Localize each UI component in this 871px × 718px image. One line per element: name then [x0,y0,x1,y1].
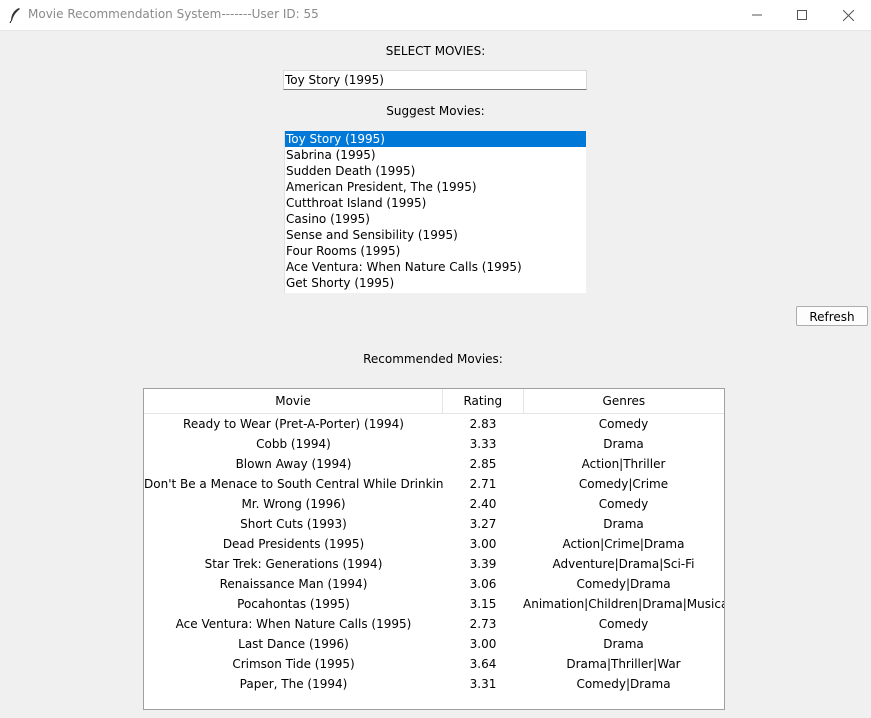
recommended-movies-table[interactable]: Movie Rating Genres Ready to Wear (Pret-… [143,388,725,710]
rating-cell: 2.83 [469,417,497,431]
movie-cell: Short Cuts (1993) [240,517,347,531]
movie-search-input[interactable] [283,70,587,90]
table-row[interactable]: Dead Presidents (1995) 3.00 Action|Crime|D… [144,534,724,554]
list-item[interactable]: Casino (1995) [285,211,586,227]
rating-cell: 3.15 [469,597,497,611]
rating-cell: 3.39 [469,557,497,571]
movie-cell: Ready to Wear (Pret-A-Porter) (1994) [183,417,404,431]
table-row[interactable]: Short Cuts (1993) 3.27 Drama [144,514,724,534]
genres-cell: Action|Crime|Drama [562,537,685,551]
rating-cell: 3.33 [469,437,497,451]
genres-cell: Comedy [598,417,649,431]
window-title: Movie Recommendation System-------User I… [28,7,319,21]
table-header: Movie Rating Genres [144,389,724,414]
maximize-icon [797,10,807,20]
refresh-button[interactable]: Refresh [796,306,868,326]
table-body: Ready to Wear (Pret-A-Porter) (1994) 2.83… [144,414,724,694]
movie-cell: Don't Be a Menace to South Central While… [144,477,443,491]
table-row[interactable]: Pocahontas (1995) 3.15 Animation|Children|… [144,594,724,614]
rating-cell: 2.85 [469,457,497,471]
column-header-genres[interactable]: Genres [524,389,724,413]
table-row[interactable]: Don't Be a Menace to South Central While… [144,474,724,494]
movie-cell: Star Trek: Generations (1994) [204,557,383,571]
table-row[interactable]: Crimson Tide (1995) 3.64 Drama|Thriller|Wa… [144,654,724,674]
table-row[interactable]: Mr. Wrong (1996) 2.40 Comedy [144,494,724,514]
table-row[interactable]: Cobb (1994) 3.33 Drama [144,434,724,454]
minimize-button[interactable] [734,0,780,30]
table-row[interactable]: Ace Ventura: When Nature Calls (1995) 2.7… [144,614,724,634]
column-header-movie[interactable]: Movie [144,389,443,413]
table-row[interactable]: Blown Away (1994) 2.85 Action|Thriller [144,454,724,474]
close-button[interactable] [825,0,871,30]
list-item[interactable]: Sabrina (1995) [285,147,586,163]
recommended-movies-label: Recommended Movies: [363,352,503,366]
movie-cell: Mr. Wrong (1996) [241,497,346,511]
list-item[interactable]: Cutthroat Island (1995) [285,195,586,211]
movie-cell: Paper, The (1994) [239,677,348,691]
list-item[interactable]: Ace Ventura: When Nature Calls (1995) [285,259,586,275]
movie-cell: Last Dance (1996) [238,637,349,651]
minimize-icon [752,14,762,16]
genres-cell: Comedy|Crime [578,477,669,491]
select-movies-label: SELECT MOVIES: [385,44,486,58]
rating-cell: 3.00 [469,637,497,651]
close-icon [842,9,854,21]
column-header-rating[interactable]: Rating [443,389,524,413]
list-item[interactable]: Sense and Sensibility (1995) [285,227,586,243]
list-item[interactable]: Get Shorty (1995) [285,275,586,291]
list-item[interactable]: Four Rooms (1995) [285,243,586,259]
genres-cell: Comedy|Drama [576,577,671,591]
genres-cell: Comedy [598,497,649,511]
rating-cell: 3.00 [469,537,497,551]
genres-cell: Action|Thriller [581,457,666,471]
genres-cell: Drama|Thriller|War [566,657,681,671]
movie-cell: Pocahontas (1995) [237,597,350,611]
rating-cell: 3.27 [469,517,497,531]
movie-cell: Crimson Tide (1995) [232,657,355,671]
list-item[interactable]: Sudden Death (1995) [285,163,586,179]
genres-cell: Drama [603,437,644,451]
suggest-movies-listbox[interactable]: Toy Story (1995) Sabrina (1995) Sudden Dea… [284,131,586,293]
rating-cell: 2.40 [469,497,497,511]
rating-cell: 2.73 [469,617,497,631]
genres-cell: Drama [603,517,644,531]
movie-cell: Renaissance Man (1994) [219,577,368,591]
genres-cell: Animation|Children|Drama|Musical|R [523,597,724,611]
rating-cell: 2.71 [469,477,497,491]
maximize-button[interactable] [779,0,825,30]
movie-cell: Cobb (1994) [256,437,331,451]
table-row[interactable]: Renaissance Man (1994) 3.06 Comedy|Drama [144,574,724,594]
rating-cell: 3.31 [469,677,497,691]
movie-cell: Dead Presidents (1995) [222,537,365,551]
rating-cell: 3.64 [469,657,497,671]
movie-cell: Blown Away (1994) [235,457,352,471]
table-row[interactable]: Ready to Wear (Pret-A-Porter) (1994) 2.83… [144,414,724,434]
title-bar[interactable]: Movie Recommendation System-------User I… [0,0,871,31]
movie-cell: Ace Ventura: When Nature Calls (1995) [175,617,412,631]
table-row[interactable]: Paper, The (1994) 3.31 Comedy|Drama [144,674,724,694]
list-item[interactable]: Toy Story (1995) [285,131,586,147]
suggest-movies-label: Suggest Movies: [386,104,485,118]
list-item[interactable]: American President, The (1995) [285,179,586,195]
table-row[interactable]: Star Trek: Generations (1994) 3.39 Adventu… [144,554,724,574]
feather-icon [8,7,22,24]
table-row[interactable]: Last Dance (1996) 3.00 Drama [144,634,724,654]
genres-cell: Drama [603,637,644,651]
genres-cell: Comedy|Drama [576,677,671,691]
genres-cell: Adventure|Drama|Sci-Fi [552,557,695,571]
rating-cell: 3.06 [469,577,497,591]
genres-cell: Comedy [598,617,649,631]
